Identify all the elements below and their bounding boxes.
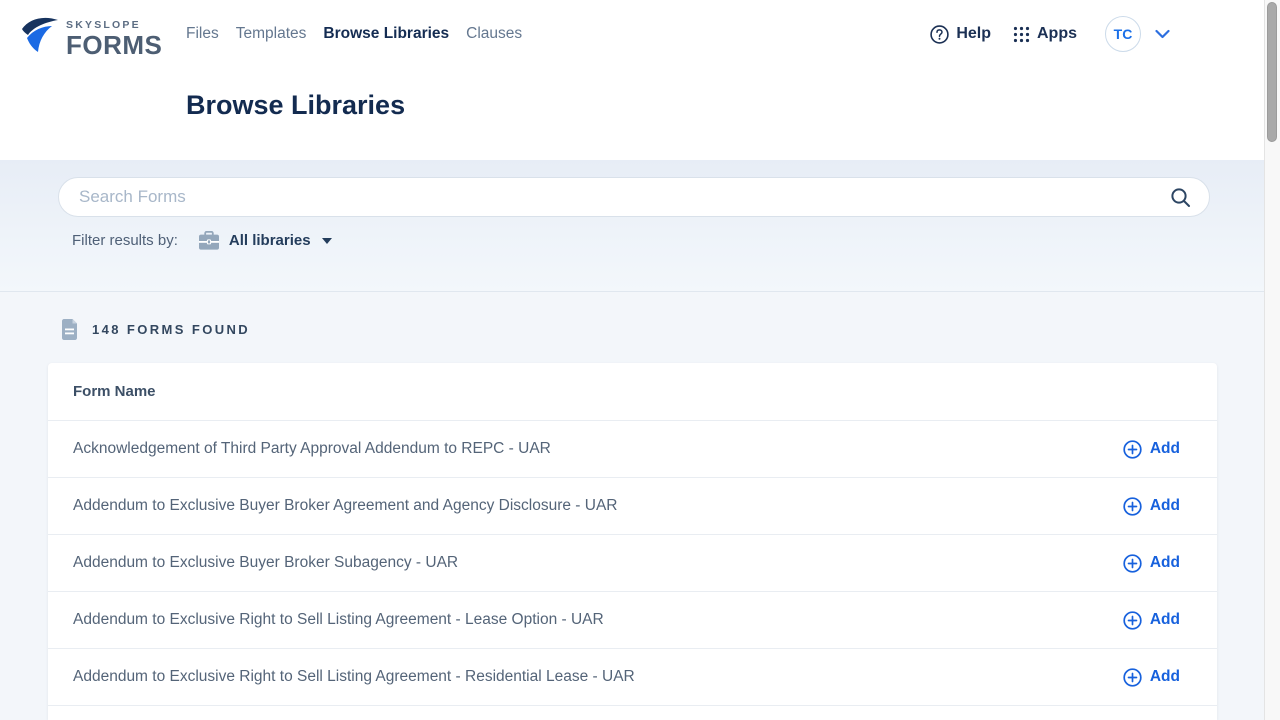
search-section: Filter results by: All libraries	[0, 160, 1280, 291]
add-label: Add	[1150, 668, 1180, 686]
results-count-text: 148 FORMS FOUND	[92, 322, 250, 337]
document-icon	[61, 319, 78, 340]
table-row: Addendum to Exclusive Buyer Broker Agree…	[48, 477, 1217, 534]
search-box	[58, 177, 1210, 217]
help-label: Help	[956, 25, 991, 43]
table-header: Form Name	[48, 363, 1217, 420]
add-label: Add	[1150, 497, 1180, 515]
app-header: SKYSLOPE FORMS Files Templates Browse Libr…	[0, 0, 1280, 160]
filter-selected-value: All libraries	[229, 232, 311, 249]
search-icon	[1170, 187, 1191, 208]
plus-circle-icon	[1123, 554, 1142, 573]
skyslope-swoosh-icon	[20, 14, 60, 56]
add-button[interactable]: Add	[1123, 497, 1180, 516]
question-circle-icon	[930, 25, 949, 44]
grid-dots-icon	[1013, 26, 1030, 43]
form-name: Addendum to Exclusive Right to Sell List…	[73, 668, 635, 686]
form-name: Acknowledgement of Third Party Approval …	[73, 440, 551, 458]
logo-skyslope: SKYSLOPE	[66, 20, 162, 31]
add-button[interactable]: Add	[1123, 554, 1180, 573]
add-label: Add	[1150, 440, 1180, 458]
main-nav: Files Templates Browse Libraries Clauses	[186, 25, 522, 43]
logo-text: SKYSLOPE FORMS	[66, 14, 162, 58]
nav-item-clauses[interactable]: Clauses	[466, 25, 522, 43]
plus-circle-icon	[1123, 440, 1142, 459]
avatar-initials: TC	[1114, 26, 1133, 42]
form-name-column-header: Form Name	[73, 383, 156, 400]
filter-label: Filter results by:	[72, 232, 178, 249]
page-title: Browse Libraries	[186, 90, 405, 121]
results-count: 148 FORMS FOUND	[0, 292, 1280, 340]
logo-forms: FORMS	[66, 32, 162, 58]
account-menu-toggle[interactable]	[1155, 29, 1170, 39]
add-button[interactable]: Add	[1123, 611, 1180, 630]
plus-circle-icon	[1123, 668, 1142, 687]
form-name: Addendum to Exclusive Buyer Broker Subag…	[73, 554, 458, 572]
nav-item-templates[interactable]: Templates	[236, 25, 307, 43]
table-row: Acknowledgement of Third Party Approval …	[48, 420, 1217, 477]
nav-item-browse-libraries[interactable]: Browse Libraries	[323, 25, 449, 43]
add-label: Add	[1150, 611, 1180, 629]
library-filter-dropdown[interactable]: All libraries	[198, 231, 332, 250]
apps-label: Apps	[1037, 25, 1077, 43]
search-submit-button[interactable]	[1170, 187, 1191, 208]
chevron-down-icon	[1155, 29, 1170, 39]
help-button[interactable]: Help	[930, 25, 991, 44]
table-body: Acknowledgement of Third Party Approval …	[48, 420, 1217, 705]
add-button[interactable]: Add	[1123, 440, 1180, 459]
table-row-partial	[48, 705, 1217, 720]
plus-circle-icon	[1123, 611, 1142, 630]
avatar[interactable]: TC	[1105, 16, 1141, 52]
header-actions: Help Apps TC	[930, 16, 1170, 52]
search-input[interactable]	[79, 187, 1170, 207]
scrollbar[interactable]	[1264, 0, 1280, 720]
briefcase-icon	[198, 231, 220, 250]
scrollbar-thumb[interactable]	[1267, 2, 1277, 142]
forms-table: Form Name Acknowledgement of Third Party…	[48, 363, 1217, 720]
apps-button[interactable]: Apps	[1013, 25, 1077, 43]
table-row: Addendum to Exclusive Right to Sell List…	[48, 648, 1217, 705]
filter-row: Filter results by: All libraries	[72, 231, 1280, 250]
nav-item-files[interactable]: Files	[186, 25, 219, 43]
caret-down-icon	[322, 238, 332, 244]
form-name: Addendum to Exclusive Right to Sell List…	[73, 611, 604, 629]
results-area: 148 FORMS FOUND Form Name Acknowledgemen…	[0, 291, 1280, 720]
table-row: Addendum to Exclusive Buyer Broker Subag…	[48, 534, 1217, 591]
skyslope-forms-logo[interactable]: SKYSLOPE FORMS	[20, 14, 162, 58]
add-button[interactable]: Add	[1123, 668, 1180, 687]
add-label: Add	[1150, 554, 1180, 572]
plus-circle-icon	[1123, 497, 1142, 516]
form-name: Addendum to Exclusive Buyer Broker Agree…	[73, 497, 617, 515]
table-row: Addendum to Exclusive Right to Sell List…	[48, 591, 1217, 648]
